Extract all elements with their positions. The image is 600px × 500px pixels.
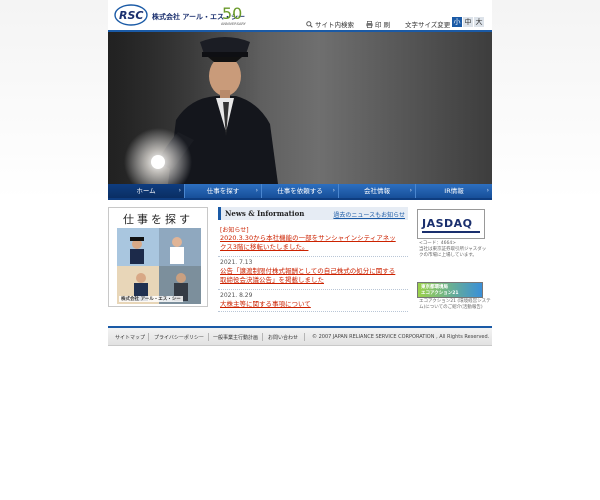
search-icon <box>306 20 313 28</box>
news-archive-link[interactable]: 過去のニュースもお知らせ <box>333 210 405 219</box>
font-size-large-button[interactable]: 大 <box>474 17 484 27</box>
stock-code-text: <コード：4664> 当社は東京証券取引所ジャスダックの市場に上場しています。 <box>419 241 487 258</box>
news-section: News & Information 過去のニュースもお知らせ [お知らせ] 2… <box>218 207 408 315</box>
news-item-link[interactable]: 2020.3.30から本社機能の一部をサンシャインシティアネックス3階に移転いた… <box>220 234 400 252</box>
print-link[interactable]: 印 刷 <box>366 19 390 29</box>
font-size-small-button[interactable]: 小 <box>452 17 462 27</box>
font-size-label: 文字サイズ変更 <box>405 21 451 29</box>
news-divider <box>218 311 408 312</box>
site-footer: サイトマップ プライバシーポリシー 一般事業主行動計画 お問い合わせ © 200… <box>108 328 492 346</box>
news-header: News & Information 過去のニュースもお知らせ <box>218 207 408 220</box>
news-divider <box>218 289 408 290</box>
news-divider <box>218 256 408 257</box>
footer-separator <box>208 333 209 341</box>
chevron-right-icon: › <box>486 187 489 194</box>
footer-action-plan-link[interactable]: 一般事業主行動計画 <box>213 334 258 341</box>
eco-action-banner[interactable]: 東京都環境局 エコアクション21 <box>417 282 483 298</box>
jasdaq-banner[interactable]: JASDAQ <box>417 209 485 239</box>
news-item-date: 2021. 8.29 <box>220 292 253 299</box>
footer-privacy-link[interactable]: プライバシーポリシー <box>154 334 204 341</box>
jasdaq-logo-underline <box>422 231 480 233</box>
nav-home[interactable]: ホーム › <box>108 184 185 198</box>
nav-request-job[interactable]: 仕事を依頼する › <box>262 184 339 198</box>
logo-text: RSC <box>119 9 143 22</box>
footer-sitemap-link[interactable]: サイトマップ <box>115 334 145 341</box>
chevron-right-icon: › <box>178 187 181 194</box>
page: RSC 株式会社 アール・エス・シー 50 ANNIVERSARY サイト内検索 <box>0 0 600 500</box>
anniversary-logo: 50 ANNIVERSARY <box>221 4 247 26</box>
jasdaq-logo-text: JASDAQ <box>422 217 473 230</box>
security-guard-illustration <box>108 32 492 184</box>
eco-action-banner-text: 東京都環境局 エコアクション21 <box>421 285 459 296</box>
footer-separator <box>148 333 149 341</box>
page-background-right <box>492 0 600 500</box>
chevron-right-icon: › <box>332 187 335 194</box>
news-title: News & Information <box>225 209 305 218</box>
find-job-title: 仕事を探す <box>123 213 193 226</box>
nav-find-job[interactable]: 仕事を探す › <box>185 184 262 198</box>
font-size-medium-button[interactable]: 中 <box>463 17 473 27</box>
chevron-right-icon: › <box>409 187 412 194</box>
find-job-banner[interactable]: 仕事を探す 株式会社 アール・エス・シー <box>108 207 208 307</box>
nav-ir-info[interactable]: IR情報 › <box>416 184 492 198</box>
site-header: RSC 株式会社 アール・エス・シー 50 ANNIVERSARY サイト内検索 <box>108 0 492 32</box>
footer-separator <box>262 333 263 341</box>
site-search-label: サイト内検索 <box>315 21 354 29</box>
job-banner-caption: 株式会社 アール・エス・シー <box>119 296 183 302</box>
hero-image <box>108 32 492 184</box>
footer-separator <box>304 333 305 341</box>
rsc-logo[interactable]: RSC <box>114 4 148 26</box>
nav-company-info[interactable]: 会社情報 › <box>339 184 416 198</box>
anniversary-number: 50 <box>222 4 242 23</box>
job-collage-image <box>117 228 201 304</box>
print-label: 印 刷 <box>375 21 391 29</box>
main-navigation: ホーム › 仕事を探す › 仕事を依頼する › 会社情報 › IR情報 › <box>108 184 492 198</box>
news-item-link[interactable]: 公告「譲渡制限付株式報酬としての自己株式の処分に関する取締役会決議公告」を掲載し… <box>220 267 400 285</box>
eco-action-caption: エコアクション21 (環境経営システム)についてのご紹介(活動報告) <box>419 299 491 310</box>
main-container: RSC 株式会社 アール・エス・シー 50 ANNIVERSARY サイト内検索 <box>108 0 492 345</box>
printer-icon <box>366 20 373 28</box>
news-tag: [お知らせ] <box>220 227 249 234</box>
footer-contact-link[interactable]: お問い合わせ <box>268 334 298 341</box>
site-search-link[interactable]: サイト内検索 <box>306 19 354 29</box>
chevron-right-icon: › <box>255 187 258 194</box>
anniversary-text: ANNIVERSARY <box>221 22 247 26</box>
copyright-text: © 2007 JAPAN RELIANCE SERVICE CORPORATIO… <box>312 334 490 340</box>
page-background-left <box>0 0 108 500</box>
nav-underline <box>108 198 492 200</box>
news-item-date: 2021. 7.13 <box>220 259 253 266</box>
news-item-link[interactable]: 大株主等に関する事項について <box>220 300 400 309</box>
